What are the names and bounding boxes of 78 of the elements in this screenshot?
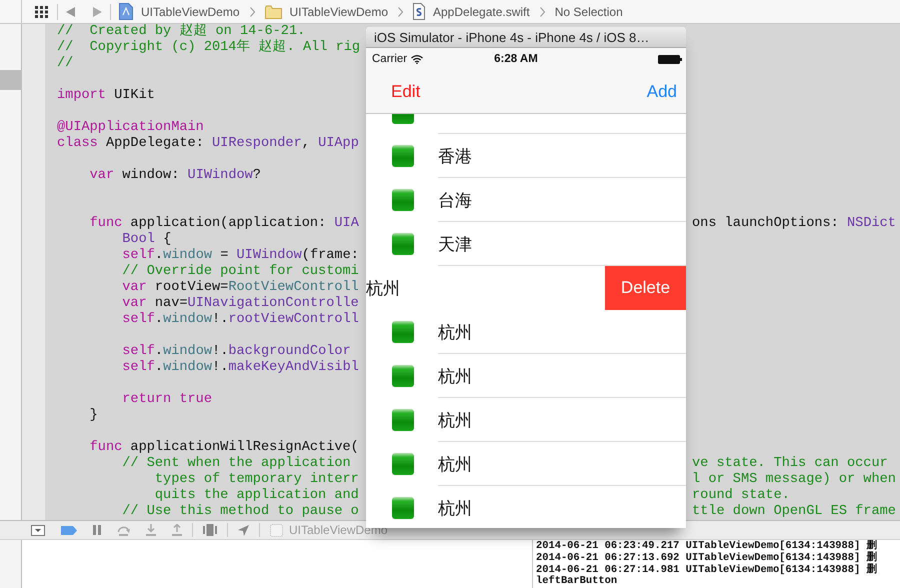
- battery-icon: [658, 54, 682, 64]
- app-icon: [392, 365, 414, 387]
- back-icon[interactable]: [66, 6, 75, 16]
- code-line: self.window!.backgroundColor: [121, 344, 351, 360]
- code-line: self.window!.rootViewControll: [121, 312, 359, 328]
- code-line: }: [88, 408, 98, 424]
- code-line: var window: UIWindow?: [88, 168, 261, 184]
- grid-icon[interactable]: [35, 6, 49, 18]
- code-line: self.window = UIWindow(frame:: [121, 248, 359, 264]
- code-line: class AppDelegate: UIResponder, UIApp: [57, 136, 359, 152]
- breadcrumb-item[interactable]: No Selection: [554, 4, 623, 18]
- code-line: func applicationWillResignActive(: [88, 440, 359, 456]
- window-title: iOS Simulator - iPhone 4s - iPhone 4s / iOS 8…: [374, 30, 650, 45]
- row-title: 天津: [438, 234, 472, 256]
- breadcrumb-item[interactable]: UITableViewDemo: [141, 4, 240, 18]
- step-in-icon[interactable]: [146, 524, 156, 536]
- row-title: 香港: [438, 146, 472, 168]
- code-line: self.window!.makeKeyAndVisibl: [121, 360, 359, 376]
- app-icon: [392, 233, 414, 255]
- code-line: l or SMS message) or when: [692, 472, 896, 488]
- code-line: import UIKit: [57, 88, 155, 104]
- folder-icon: [264, 4, 282, 18]
- row-title: 杭州: [438, 454, 472, 476]
- row-title: 杭州: [438, 366, 472, 388]
- code-line: var nav=UINavigationControlle: [121, 296, 359, 312]
- code-line: //: [57, 56, 74, 72]
- chevron-icon: [540, 6, 545, 16]
- row-title: 杭州: [366, 278, 400, 300]
- pause-icon[interactable]: [93, 525, 101, 535]
- project-file-icon: [119, 3, 133, 20]
- code-line: // Use this method to pause o: [121, 504, 359, 520]
- app-icon: [392, 321, 414, 343]
- step-over-icon[interactable]: [117, 524, 130, 536]
- chevron-icon: [398, 6, 403, 16]
- row-title: 杭州: [438, 498, 472, 520]
- code-line: func application(application: UIA: [88, 216, 359, 232]
- code-line: round state.: [692, 488, 790, 504]
- breadcrumb-item[interactable]: AppDelegate.swift: [433, 4, 530, 18]
- forward-icon[interactable]: [93, 6, 102, 16]
- app-icon: [392, 409, 414, 431]
- view-hierarchy-icon[interactable]: [203, 524, 217, 536]
- edit-button[interactable]: Edit: [391, 82, 420, 102]
- code-line: // Copyright (c) 2014年 赵超. All rig: [57, 40, 360, 56]
- status-time: 6:28 AM: [494, 53, 538, 65]
- row-title: 杭州: [438, 322, 472, 344]
- console-line: 2014-06-21 06:27:13.692 UITableViewDemo[6134:143988] 删: [536, 552, 878, 564]
- console-line: leftBarButton: [536, 576, 618, 588]
- code-line: quits the application and: [154, 488, 359, 504]
- wifi-icon: [411, 54, 424, 64]
- app-icon: [392, 145, 414, 167]
- code-line: Bool {: [121, 232, 172, 248]
- row-title: 杭州: [438, 410, 472, 432]
- location-arrow-icon[interactable]: [238, 524, 249, 536]
- carrier-label: Carrier: [372, 53, 408, 65]
- breakpoint-icon[interactable]: [61, 526, 77, 534]
- code-line: ons launchOptions: NSDict: [692, 216, 896, 232]
- app-icon: [392, 189, 414, 211]
- console-line: 2014-06-21 06:27:14.981 UITableViewDemo[6134:143988] 删: [536, 564, 878, 576]
- app-scheme-icon: [270, 524, 283, 536]
- step-out-icon[interactable]: [172, 524, 182, 536]
- app-icon: [392, 497, 414, 519]
- app-icon: [392, 453, 414, 475]
- code-line: @UIApplicationMain: [57, 120, 204, 136]
- code-line: // Override point for customi: [121, 264, 359, 280]
- breadcrumb-item[interactable]: UITableViewDemo: [290, 4, 388, 18]
- code-line: return true: [121, 392, 212, 408]
- panel-toggle-icon[interactable]: [31, 524, 45, 536]
- row-title: 台海: [438, 190, 472, 212]
- swift-file-icon: [413, 3, 425, 20]
- code-line: var rootView=RootViewControll: [121, 280, 359, 296]
- delete-button[interactable]: Delete: [605, 266, 686, 310]
- code-line: ve state. This can occur: [692, 456, 888, 472]
- code-line: // Created by 赵超 on 14-6-21.: [57, 24, 306, 39]
- code-line: // Sent when the application: [121, 456, 351, 472]
- code-line: ttle down OpenGL ES frame: [692, 504, 896, 520]
- code-line: types of temporary interr: [154, 472, 359, 488]
- chevron-icon: [250, 6, 254, 16]
- table-row[interactable]: 杭州 Delete: [366, 266, 686, 310]
